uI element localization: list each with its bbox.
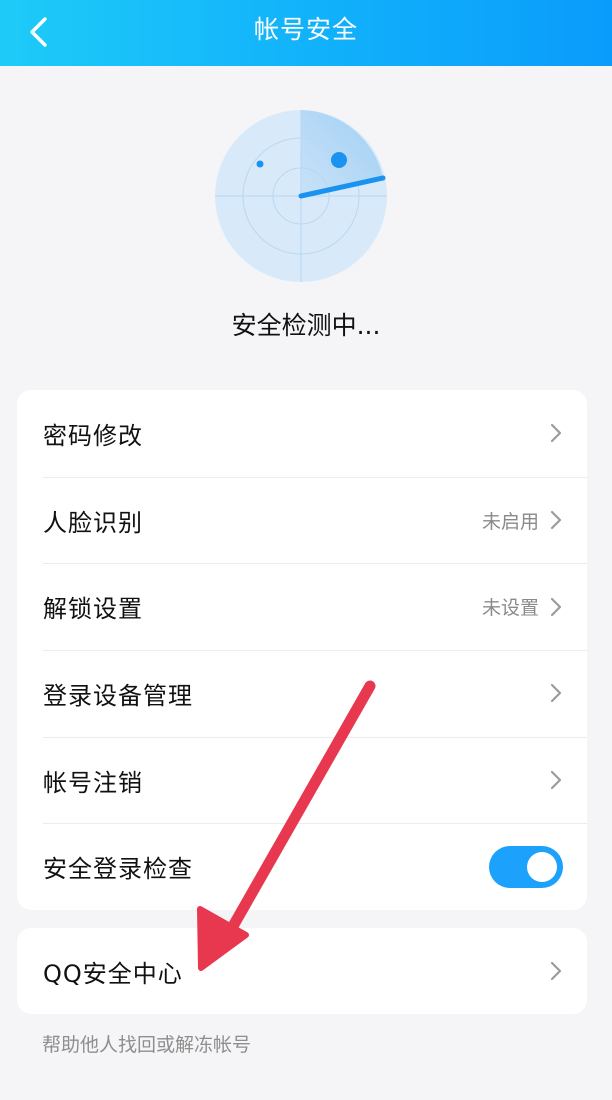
- chevron-right-icon: [549, 422, 563, 444]
- chevron-right-icon: [549, 509, 563, 531]
- unlock-settings-row[interactable]: 解锁设置 未设置: [17, 563, 587, 650]
- login-device-management-row[interactable]: 登录设备管理: [17, 650, 587, 737]
- password-change-row[interactable]: 密码修改: [17, 390, 587, 477]
- qq-security-center-row[interactable]: QQ安全中心: [17, 928, 587, 1014]
- row-label: 密码修改: [43, 421, 143, 450]
- row-label: 人脸识别: [43, 508, 143, 537]
- row-label: 安全登录检查: [43, 855, 193, 884]
- row-status-value: 未设置: [481, 597, 539, 620]
- scan-status-text: 安全检测中...: [231, 311, 381, 340]
- security-settings-card: 密码修改 人脸识别 未启用 解锁设置 未设置 登录设备管理 帐号注销 安全登录检…: [17, 390, 587, 910]
- nav-bar: 帐号安全: [0, 0, 612, 66]
- page-title: 帐号安全: [253, 15, 358, 44]
- chevron-right-icon: [549, 769, 563, 791]
- row-status-value: 未启用: [481, 510, 539, 533]
- row-label: 登录设备管理: [43, 681, 193, 710]
- row-label: QQ安全中心: [43, 959, 183, 988]
- row-label: 帐号注销: [43, 768, 143, 797]
- account-deletion-row[interactable]: 帐号注销: [17, 736, 587, 824]
- secure-login-check-toggle[interactable]: [489, 845, 563, 888]
- help-others-recover-link[interactable]: 帮助他人找回或解冻帐号: [42, 1030, 251, 1057]
- account-security-screen: 帐号安全 安全检测中... 密码修改 人脸识别 未启用 解锁设置 未设置 登录设…: [0, 0, 612, 1100]
- radar-icon: [215, 110, 387, 282]
- row-label: 解锁设置: [43, 595, 143, 624]
- toggle-knob: [527, 851, 557, 882]
- chevron-right-icon: [549, 682, 563, 704]
- chevron-right-icon: [549, 960, 563, 982]
- qq-security-center-card: QQ安全中心: [17, 928, 587, 1014]
- chevron-right-icon: [549, 596, 563, 618]
- secure-login-check-row: 安全登录检查: [17, 823, 587, 910]
- face-recognition-row[interactable]: 人脸识别 未启用: [17, 476, 587, 564]
